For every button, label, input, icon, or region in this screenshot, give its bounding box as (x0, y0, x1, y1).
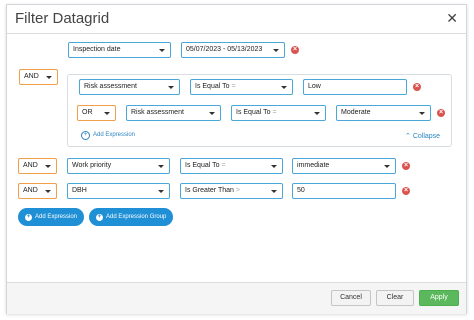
group-value-input-1[interactable]: Low (303, 79, 407, 95)
chevron-down-icon (273, 49, 279, 52)
apply-button[interactable]: Apply (419, 290, 459, 306)
chevron-down-icon (104, 112, 110, 115)
chevron-down-icon (271, 165, 277, 168)
chevron-down-icon (209, 112, 215, 115)
group-field-select-1[interactable]: Risk assessment (79, 79, 180, 95)
chevron-down-icon (168, 86, 174, 89)
operator-select-work[interactable]: Is Equal To = (180, 158, 283, 174)
dialog-title: Filter Datagrid (15, 10, 110, 27)
chevron-down-icon (271, 190, 277, 193)
field-select-dbh[interactable]: DBH (67, 183, 170, 199)
remove-icon[interactable]: × (413, 83, 421, 91)
field-label: Work priority (72, 162, 112, 169)
add-expression-label: Add Expression (93, 132, 136, 138)
clear-button[interactable]: Clear (376, 290, 414, 306)
operator-select-dbh[interactable]: Is Greater Than > (180, 183, 283, 199)
add-expression-button[interactable]: + Add Expression (18, 208, 85, 226)
collapse-label: Collapse (412, 133, 441, 140)
cancel-button[interactable]: Cancel (331, 290, 371, 306)
logic-label: OR (82, 109, 93, 116)
operator-symbol: = (272, 109, 277, 116)
add-expression-label: Add Expression (35, 214, 78, 220)
chevron-down-icon (159, 49, 165, 52)
group-logic-select-2[interactable]: OR (77, 105, 116, 121)
chevron-down-icon (158, 190, 164, 193)
logic-label: AND (23, 162, 38, 169)
date-range-input[interactable]: 05/07/2023 - 05/13/2023 (181, 42, 285, 58)
operator-symbol: = (231, 83, 236, 90)
field-label: DBH (72, 187, 87, 194)
value-text: immediate (297, 162, 330, 169)
chevron-down-icon (158, 165, 164, 168)
remove-icon[interactable]: × (437, 109, 445, 117)
plus-icon: + (96, 214, 103, 221)
plus-circle-icon: + (81, 131, 90, 140)
remove-icon[interactable]: × (402, 162, 410, 170)
chevron-down-icon (314, 112, 320, 115)
add-expression-group-label: Add Expression Group (106, 214, 167, 220)
logic-label: AND (24, 73, 39, 80)
operator-label: Is Equal To (185, 162, 220, 169)
remove-icon[interactable]: × (291, 46, 299, 54)
group-add-expression-link[interactable]: + Add Expression (81, 131, 135, 140)
group-field-select-2[interactable]: Risk assessment (126, 105, 221, 121)
chevron-down-icon (419, 112, 425, 115)
field-label: Inspection date (73, 46, 121, 53)
operator-symbol: = (221, 162, 226, 169)
operator-label: Is Equal To (195, 83, 230, 90)
close-icon[interactable]: ✕ (446, 11, 458, 25)
chevron-down-icon (45, 190, 51, 193)
operator-label: Is Greater Than (185, 187, 234, 194)
chevron-down-icon (384, 165, 390, 168)
collapse-link[interactable]: ⌃ Collapse (405, 132, 440, 140)
dialog-titlebar: Filter Datagrid ✕ (7, 5, 466, 34)
logic-select-dbh[interactable]: AND (18, 183, 57, 199)
group-operator-select-2[interactable]: Is Equal To = (231, 105, 326, 121)
logic-label: AND (23, 187, 38, 194)
chevron-up-icon: ⌃ (405, 133, 411, 140)
value-text: Low (308, 83, 321, 90)
date-range-value: 05/07/2023 - 05/13/2023 (186, 46, 263, 53)
group-logic-select[interactable]: AND (19, 69, 58, 85)
value-text: Moderate (341, 109, 371, 116)
operator-label: Is Equal To (236, 109, 271, 116)
value-text: 50 (297, 187, 305, 194)
field-label: Risk assessment (84, 83, 137, 90)
value-input-dbh[interactable]: 50 (292, 183, 396, 199)
logic-select-work[interactable]: AND (18, 158, 57, 174)
group-value-input-2[interactable]: Moderate (336, 105, 431, 121)
plus-icon: + (25, 214, 32, 221)
add-expression-group-button[interactable]: + Add Expression Group (89, 208, 174, 226)
field-select-inspection-date[interactable]: Inspection date (68, 42, 171, 58)
chevron-down-icon (46, 76, 52, 79)
field-label: Risk assessment (131, 109, 184, 116)
chevron-down-icon (281, 86, 287, 89)
chevron-down-icon (45, 165, 51, 168)
field-select-work-priority[interactable]: Work priority (67, 158, 170, 174)
group-operator-select-1[interactable]: Is Equal To = (190, 79, 293, 95)
remove-icon[interactable]: × (402, 187, 410, 195)
operator-symbol: > (235, 187, 240, 194)
value-select-work[interactable]: immediate (292, 158, 396, 174)
